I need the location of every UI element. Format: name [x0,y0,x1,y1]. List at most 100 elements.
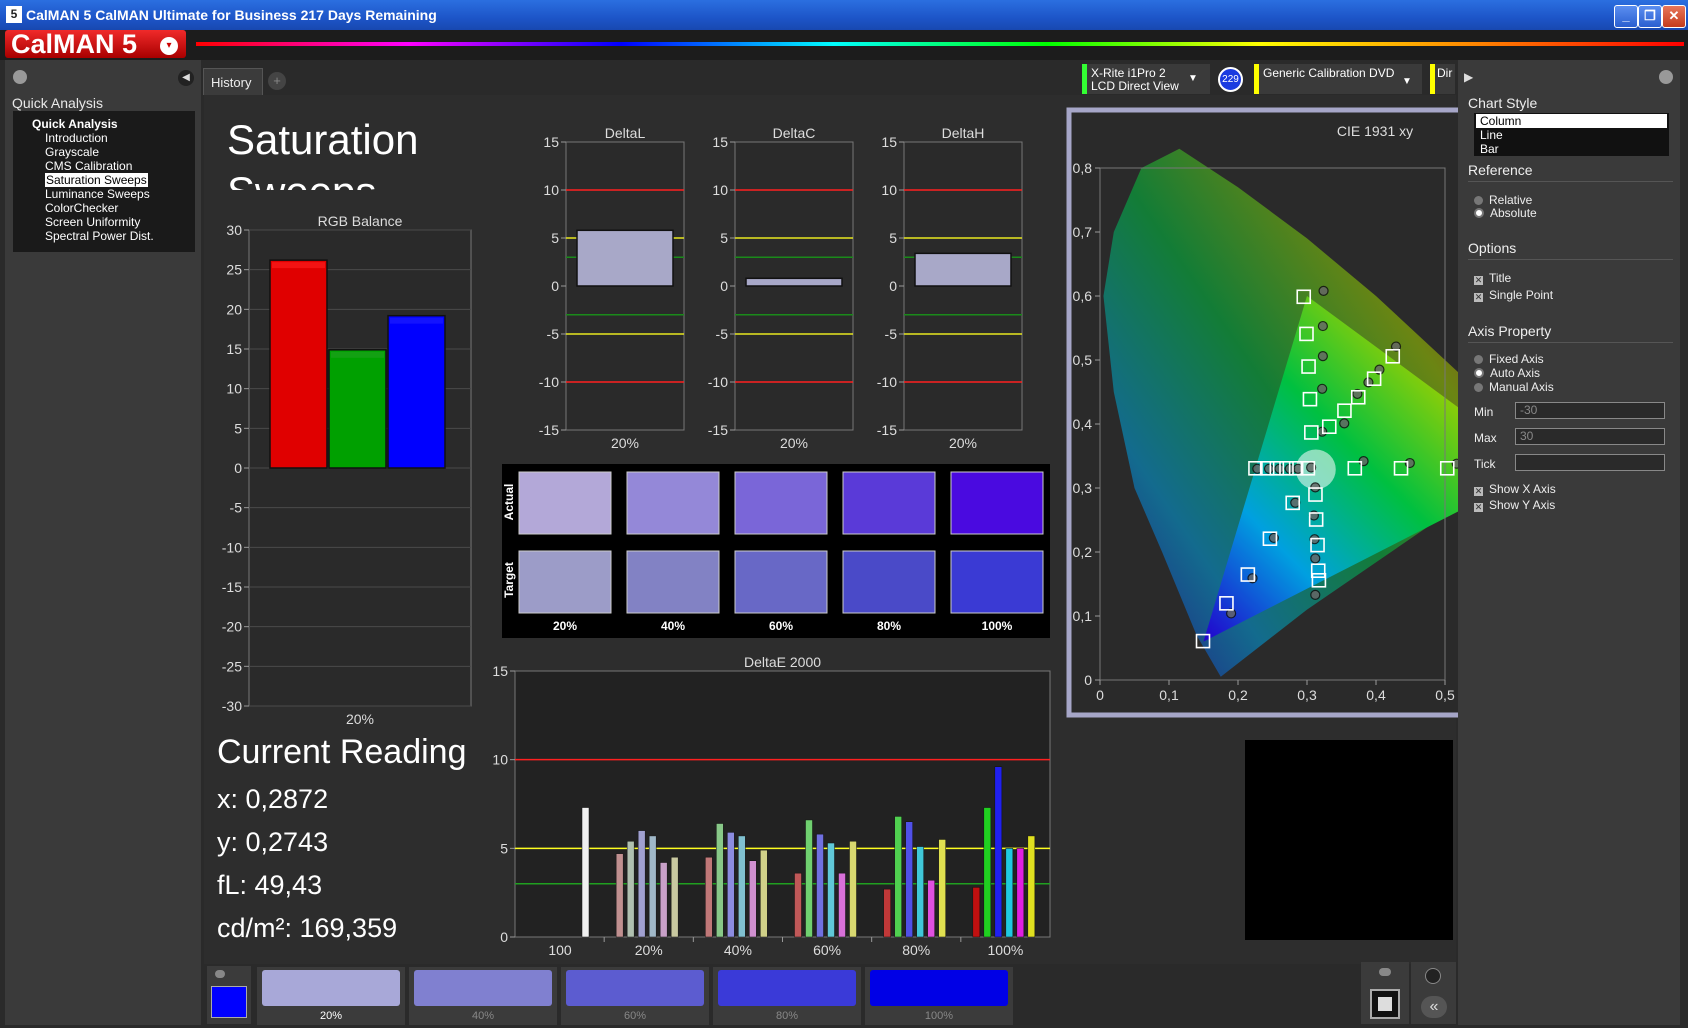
y-tick-label: 5 [720,230,728,246]
deltae-bar [972,887,981,938]
swatch-comparison: Actual Target 20% 40% 60% 80% 100% [502,464,1050,638]
y-tick-label: 0,8 [1073,160,1093,176]
x-tick-label: 100 [548,942,572,958]
deltae-bar [827,842,835,938]
actual-swatch [950,471,1044,535]
min-field[interactable]: -30 [1515,402,1665,419]
radio-relative[interactable]: Relative [1474,193,1532,207]
deltae-bar [938,839,946,938]
x-tick-label: 20% [635,942,663,958]
measured-point [1310,553,1321,564]
y-tick-label: -5 [547,326,560,342]
y-tick-label: 0 [500,929,508,945]
row-label-actual: Actual [502,484,516,521]
y-tick-label: -25 [222,658,242,674]
checkbox-single-point[interactable]: ✕ Single Point [1474,288,1553,302]
deltae-2000-chart: DeltaE 2000 15 10 5 0 100 20% 40% 60% 80% 100% [492,654,1051,958]
y-tick-label: 0,6 [1073,288,1093,304]
checkbox-title[interactable]: ✕ Title [1474,271,1511,285]
y-tick-label: 15 [492,663,508,679]
actual-swatch [518,471,612,535]
checkbox-show-x-axis[interactable]: ✕ Show X Axis [1474,482,1556,496]
x-tick-label: 0 [1096,687,1104,703]
max-label: Max [1474,431,1497,445]
deltae-bar [727,832,735,938]
chart-title: DeltaL [605,125,646,141]
deltae-bar [927,880,935,938]
chart-style-list[interactable]: Column Line Bar [1474,113,1669,156]
stop-icon [1378,997,1392,1011]
deltae-bar [670,856,679,938]
deltal-chart: 15 10 5 0 -5 -10 -15 DeltaL 20% [539,125,685,451]
bottom-swatch[interactable]: 20% [257,967,405,1025]
chart-style-column[interactable]: Column [1476,114,1667,128]
bottom-swatch[interactable]: 80% [713,967,861,1025]
actual-swatch [842,471,936,535]
deltae-bar [760,849,768,938]
radio-absolute[interactable]: Absolute [1474,206,1537,220]
deltae-bar [705,856,713,938]
bottom-swatch[interactable]: 60% [561,967,709,1025]
checkbox-show-y-axis[interactable]: ✕ Show Y Axis [1474,498,1555,512]
y-tick-label: 0,1 [1073,608,1093,624]
x-tick-label: 20% [780,435,808,451]
deltae-bar [749,860,757,938]
tick-field[interactable] [1515,454,1665,471]
pin-icon[interactable] [1659,70,1673,84]
delta-bar [914,252,1012,287]
stop-button[interactable] [1370,989,1400,1019]
y-tick-label: 25 [226,262,242,278]
swatch-fill [414,970,552,1006]
y-tick-label: -10 [539,374,559,390]
min-label: Min [1474,405,1494,419]
y-tick-label: -5 [885,326,898,342]
pin-icon[interactable] [1379,968,1391,976]
bar-highlight [390,317,443,324]
deltac-chart: 15 10 5 0 -5 -10 -15 DeltaC 20% [708,125,854,451]
rgb-bar [269,259,328,469]
y-tick-label: -15 [708,422,728,438]
expand-right-icon[interactable]: ▶ [1464,70,1473,84]
current-color-box [207,966,251,1024]
y-tick-label: -15 [222,579,242,595]
deltae-bar [794,872,802,938]
chart-style-bar[interactable]: Bar [1480,142,1499,156]
deltae-bar [716,823,724,938]
plot-area [514,670,1051,938]
radio-manual-axis[interactable]: Manual Axis [1474,380,1554,394]
target-swatch [626,550,720,614]
deltae-bar [637,830,646,938]
record-icon[interactable] [1425,968,1441,984]
max-field[interactable]: 30 [1515,428,1665,445]
x-tick-label: 20% [949,435,977,451]
chart-style-line[interactable]: Line [1480,128,1503,142]
radio-fixed-axis[interactable]: Fixed Axis [1474,352,1544,366]
y-tick-label: 5 [889,230,897,246]
current-color-swatch [211,986,247,1018]
bottom-swatch[interactable]: 40% [409,967,557,1025]
axis-property-heading: Axis Property [1468,323,1552,339]
swatch-fill [566,970,704,1006]
target-swatch [734,550,828,614]
chart-title: CIE 1931 xy [1337,123,1413,139]
deltae-bar [983,807,992,938]
pin-icon[interactable] [215,970,225,978]
y-tick-label: -10 [222,539,242,555]
swatch-fill [718,970,856,1006]
chart-title: DeltaE 2000 [744,654,821,670]
swatch-label: 80% [775,1010,799,1022]
double-chevron-left-icon[interactable]: « [1421,996,1447,1018]
deltae-bar [849,840,857,938]
x-tick-label: 80% [902,942,930,958]
y-tick-label: 0 [1084,672,1092,688]
bar-highlight [331,351,384,358]
deltae-bar [994,766,1003,938]
x-tick-label: 20% [346,711,374,727]
bottom-swatch[interactable]: 100% [865,967,1013,1025]
chart-title: DeltaC [773,125,816,141]
radio-auto-axis[interactable]: Auto Axis [1474,366,1540,380]
x-tick-label: 20% [611,435,639,451]
measured-point [1310,589,1321,600]
x-tick-label: 0,5 [1435,687,1455,703]
y-tick-label: 0 [234,460,242,476]
